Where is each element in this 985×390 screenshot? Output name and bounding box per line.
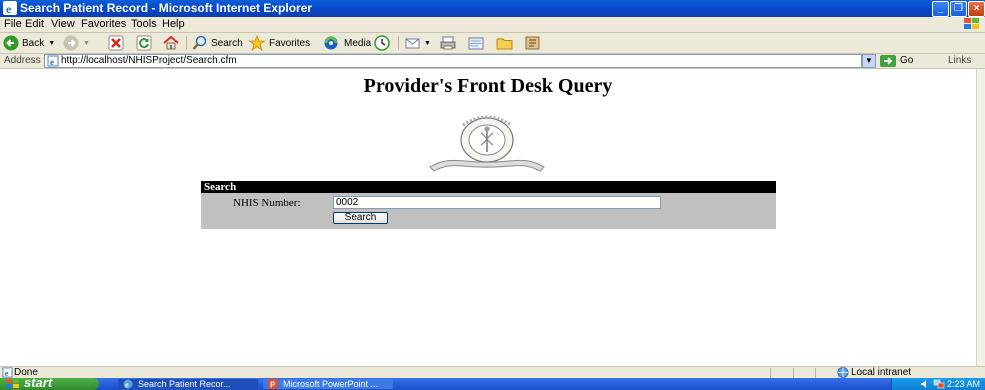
local-intranet-icon — [837, 367, 849, 378]
research-icon — [525, 36, 540, 50]
browser-toolbar: Back ▼ ▼ Search Favorites Media ▼ — [0, 33, 985, 54]
favorites-star-icon — [248, 35, 266, 51]
media-button[interactable]: Media — [323, 34, 371, 52]
start-label: start — [24, 375, 53, 390]
svg-text:e: e — [5, 369, 9, 378]
back-button[interactable]: Back ▼ — [3, 34, 55, 52]
forward-dropdown-icon[interactable]: ▼ — [83, 40, 90, 47]
mail-button[interactable]: ▼ — [404, 34, 431, 52]
taskbar-item-powerpoint[interactable]: P Microsoft PowerPoint ... — [263, 379, 393, 389]
security-zone: Local intranet — [851, 367, 912, 378]
powerpoint-icon: P — [268, 379, 278, 390]
forward-button[interactable]: ▼ — [63, 34, 90, 52]
address-label: Address — [4, 55, 41, 66]
svg-text:P: P — [270, 381, 276, 390]
nhis-number-label: NHIS Number: — [233, 197, 301, 209]
media-icon — [324, 36, 338, 50]
page-done-icon: e — [2, 367, 13, 378]
menu-bar: File Edit View Favorites Tools Help — [0, 17, 985, 33]
svg-text:e: e — [6, 2, 12, 15]
vertical-scrollbar[interactable] — [976, 69, 985, 366]
edit-page-icon — [468, 37, 484, 50]
menu-favorites[interactable]: Favorites — [81, 18, 126, 30]
address-input[interactable]: e http://localhost/NHISProject/Search.cf… — [44, 54, 862, 68]
mail-dropdown-icon[interactable]: ▼ — [424, 40, 431, 47]
taskbar-item-label: Search Patient Recor... — [138, 379, 231, 389]
taskbar-item-label: Microsoft PowerPoint ... — [283, 379, 379, 389]
edit-button[interactable] — [467, 34, 485, 52]
taskbar-item-ie[interactable]: e Search Patient Recor... — [118, 379, 258, 389]
toolbar-separator — [186, 36, 187, 50]
clock: 2:23 AM — [946, 379, 980, 389]
svg-text:e: e — [50, 57, 54, 67]
system-tray: 2:23 AM — [891, 378, 985, 390]
status-divider — [793, 368, 794, 378]
svg-text:e: e — [125, 381, 129, 390]
menu-file[interactable]: File — [4, 18, 22, 30]
menu-help[interactable]: Help — [162, 18, 185, 30]
back-dropdown-icon[interactable]: ▼ — [48, 40, 55, 47]
go-button[interactable]: Go — [880, 54, 913, 67]
page-content: Provider's Front Desk Query Search NHIS … — [0, 69, 976, 366]
windows-flag-icon — [6, 379, 19, 388]
seal-logo — [429, 115, 545, 172]
stop-icon — [108, 35, 124, 51]
mail-icon — [405, 38, 420, 49]
printer-icon — [440, 36, 456, 50]
favorites-label: Favorites — [269, 37, 311, 49]
close-button[interactable]: × — [968, 1, 985, 17]
status-divider — [770, 368, 771, 378]
network-icon[interactable] — [933, 379, 945, 389]
folder-button[interactable] — [496, 34, 514, 52]
forward-arrow-icon — [63, 35, 79, 51]
print-button[interactable] — [439, 34, 457, 52]
windows-logo-icon — [964, 18, 979, 29]
refresh-button[interactable] — [136, 34, 152, 52]
search-panel: Search NHIS Number: Search — [201, 181, 776, 229]
menu-tools[interactable]: Tools — [131, 18, 157, 30]
address-bar: Address e http://localhost/NHISProject/S… — [0, 54, 985, 69]
search-toolbar-label: Search — [211, 37, 243, 49]
minimize-button[interactable]: _ — [932, 1, 949, 17]
nhis-number-input[interactable] — [333, 196, 661, 209]
search-button[interactable]: Search — [333, 212, 388, 224]
taskbar: start e Search Patient Recor... P Micros… — [0, 375, 985, 390]
internet-explorer-icon: e — [123, 379, 133, 390]
home-icon — [163, 35, 179, 50]
status-divider — [815, 368, 816, 378]
history-icon — [374, 35, 390, 51]
internet-explorer-icon: e — [3, 1, 17, 15]
back-arrow-icon — [3, 35, 19, 51]
window-title-bar[interactable]: e Search Patient Record - Microsoft Inte… — [0, 0, 985, 17]
menu-edit[interactable]: Edit — [25, 18, 44, 30]
speaker-icon[interactable] — [920, 379, 930, 389]
go-label: Go — [900, 55, 914, 66]
search-toolbar-button[interactable]: Search — [192, 34, 243, 52]
home-button[interactable] — [163, 34, 179, 52]
search-panel-header: Search — [201, 181, 776, 193]
folder-icon — [496, 38, 513, 50]
history-button[interactable] — [374, 34, 390, 52]
start-button[interactable]: start — [0, 375, 99, 390]
links-button[interactable]: Links — [948, 55, 971, 66]
messenger-button[interactable] — [524, 34, 542, 52]
go-arrow-icon — [880, 54, 896, 67]
favorites-button[interactable]: Favorites — [248, 34, 310, 52]
media-label: Media — [344, 37, 372, 49]
toolbar-separator — [398, 36, 399, 50]
stop-button[interactable] — [108, 34, 124, 52]
back-label: Back — [22, 37, 45, 49]
magnifier-icon — [192, 35, 207, 50]
page-icon: e — [47, 55, 59, 67]
restore-button[interactable]: ❐ — [950, 1, 967, 17]
window-title: Search Patient Record - Microsoft Intern… — [20, 1, 313, 15]
address-dropdown-icon[interactable]: ▼ — [862, 54, 876, 68]
address-url: http://localhost/NHISProject/Search.cfm — [61, 55, 237, 66]
refresh-icon — [136, 35, 152, 51]
menu-view[interactable]: View — [51, 18, 75, 30]
page-title: Provider's Front Desk Query — [363, 75, 613, 97]
